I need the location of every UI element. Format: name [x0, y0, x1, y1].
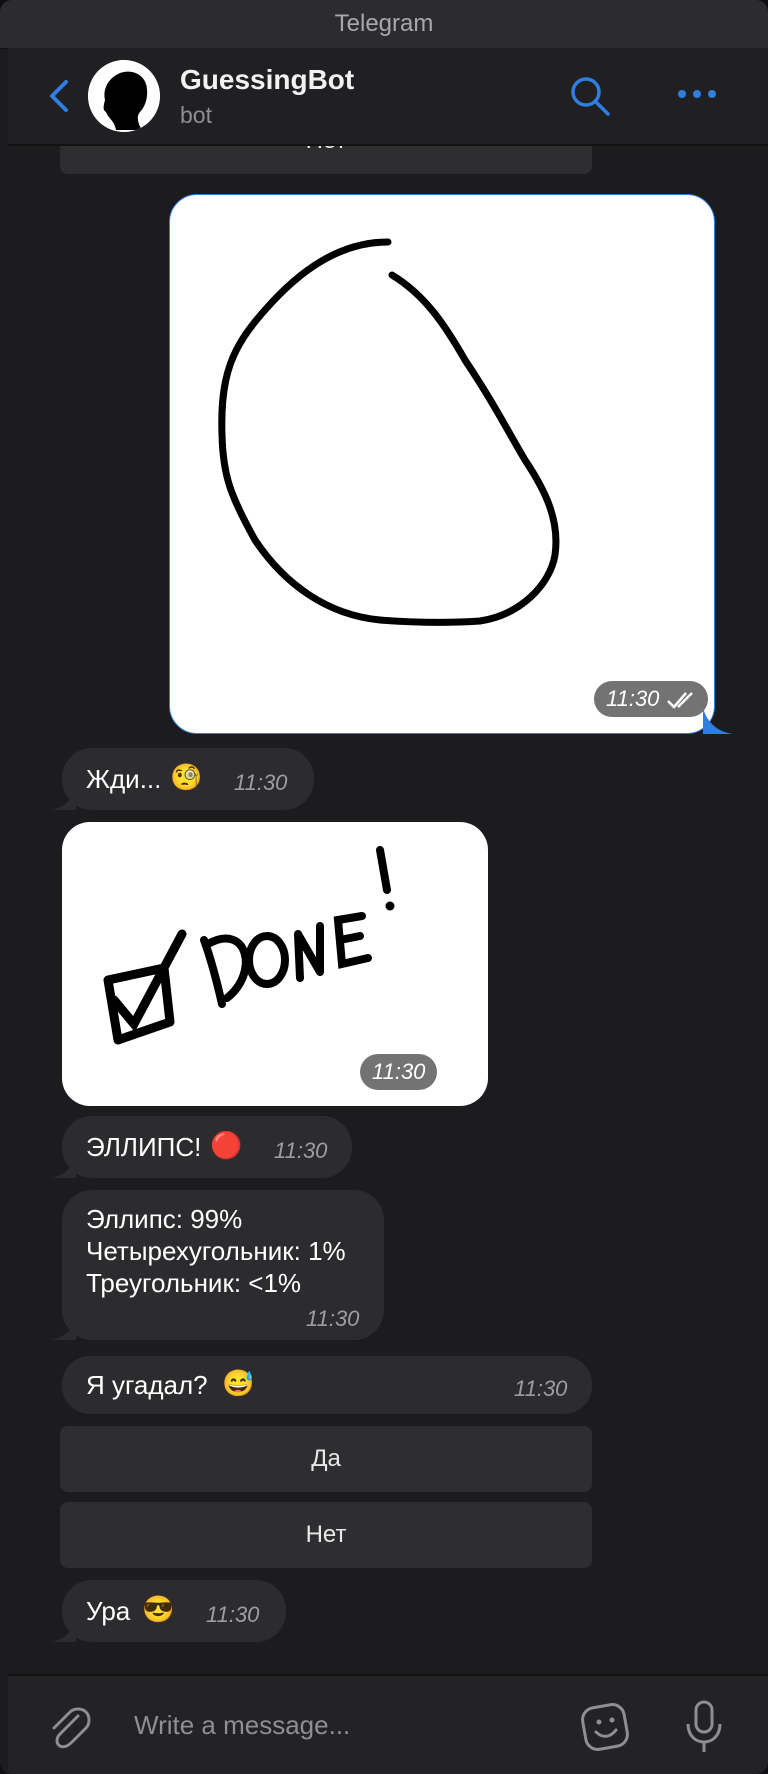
- search-button[interactable]: [568, 74, 612, 118]
- message-time: 11:30: [594, 681, 708, 717]
- search-icon: [571, 77, 610, 116]
- more-button[interactable]: [676, 82, 718, 106]
- more-dots-icon: [678, 90, 716, 98]
- chat-subtitle: bot: [180, 102, 212, 128]
- message-time: 11:30: [274, 1138, 328, 1163]
- outgoing-tail: [703, 708, 733, 734]
- incoming-message-result[interactable]: ЭЛЛИПС! 🔴 11:30: [50, 1116, 352, 1178]
- reply-button-no[interactable]: Нет: [60, 1502, 592, 1568]
- chat-header: GuessingBot bot: [8, 48, 768, 146]
- message-time: 11:30: [234, 770, 288, 795]
- incoming-message-final[interactable]: Ура 😎 11:30: [50, 1580, 286, 1642]
- red-circle-icon: 🔴: [210, 1130, 243, 1160]
- sunglasses-face-icon: 😎: [142, 1594, 175, 1624]
- done-sticker[interactable]: 11:30: [62, 822, 488, 1106]
- message-text: Я угадал?: [86, 1370, 208, 1400]
- avatar[interactable]: [88, 60, 160, 132]
- chat-title: GuessingBot: [180, 64, 355, 95]
- telegram-window: Telegram GuessingBot bot 11:30 Жди... 🧐 …: [0, 0, 768, 1774]
- bubble-tail: [50, 788, 76, 810]
- sweat-smile-icon: 😅: [222, 1368, 255, 1398]
- incoming-message-question[interactable]: Я угадал? 😅 11:30: [62, 1356, 592, 1414]
- bubble-tail: [50, 1156, 76, 1178]
- message-time: 11:30: [206, 1602, 260, 1627]
- sticker-icon: [581, 1703, 629, 1751]
- double-check-icon: [666, 692, 693, 710]
- message-time: 11:30: [306, 1306, 360, 1331]
- reply-button-yes[interactable]: Да: [60, 1426, 592, 1492]
- attach-button[interactable]: [44, 1702, 92, 1750]
- drawing-time: 11:30: [606, 686, 660, 711]
- microphone-icon: [686, 1700, 722, 1752]
- composer: [8, 1674, 768, 1774]
- outgoing-drawing-image[interactable]: 11:30: [169, 194, 715, 734]
- monocle-face-icon: 🧐: [170, 762, 203, 792]
- incoming-message-stats[interactable]: Эллипс: 99% Четырехугольник: 1% Треуголь…: [50, 1190, 384, 1340]
- bubble-tail: [50, 1318, 76, 1340]
- silhouette-icon: [88, 60, 160, 132]
- message-input[interactable]: [132, 1702, 566, 1748]
- window-title: Telegram: [0, 0, 768, 49]
- ellipse-drawing: [218, 238, 560, 626]
- bubble-tail: [50, 1620, 76, 1642]
- back-button[interactable]: [44, 74, 74, 118]
- message-text: ЭЛЛИПС!: [86, 1132, 202, 1162]
- sticker-time: 11:30: [360, 1054, 438, 1090]
- voice-button[interactable]: [682, 1698, 726, 1754]
- paperclip-icon: [52, 1707, 91, 1749]
- sticker-button[interactable]: [580, 1700, 632, 1752]
- message-text: Жди...: [86, 764, 162, 794]
- incoming-message-wait[interactable]: Жди... 🧐 11:30: [50, 748, 314, 810]
- reply-button-no-previous[interactable]: Нет: [60, 146, 592, 174]
- message-list[interactable]: Нет 11:30 Жди... 🧐 11:30: [8, 146, 768, 1672]
- chevron-left-icon: [50, 80, 68, 112]
- stats-line-quadrilateral: Четырехугольник: 1%: [86, 1236, 346, 1266]
- message-text: Ура: [86, 1596, 131, 1626]
- stats-line-triangle: Треугольник: <1%: [86, 1268, 302, 1298]
- stats-line-ellipse: Эллипс: 99%: [86, 1204, 243, 1234]
- message-time: 11:30: [514, 1376, 568, 1401]
